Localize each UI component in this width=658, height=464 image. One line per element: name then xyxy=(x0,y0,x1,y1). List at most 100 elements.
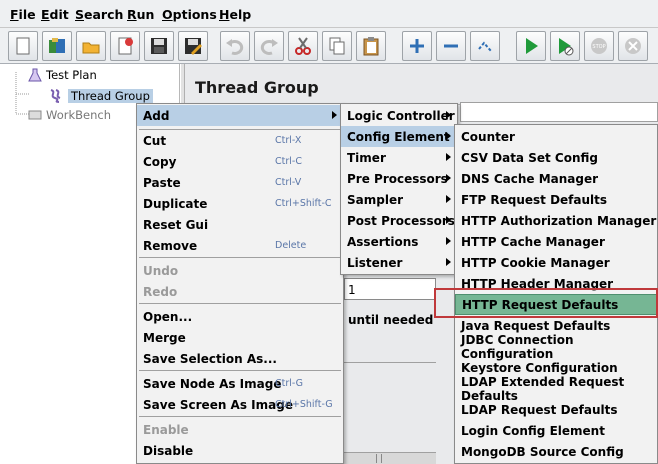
new-button[interactable] xyxy=(8,31,38,61)
menu-item-open[interactable]: Open... xyxy=(137,306,343,327)
until-needed-label: until needed xyxy=(348,313,434,327)
menu-item-enable: Enable xyxy=(143,422,189,437)
separator xyxy=(139,416,341,417)
paste-button[interactable] xyxy=(356,31,386,61)
menu-item-mongodb-source-config[interactable]: MongoDB Source Config xyxy=(455,441,657,462)
open-icon xyxy=(82,42,100,54)
menu-item-merge[interactable]: Merge xyxy=(137,327,343,348)
chevron-right-icon xyxy=(446,237,451,245)
menu-item-ldap-request-defaults[interactable]: LDAP Request Defaults xyxy=(455,399,657,420)
menu-item-save-screen-image[interactable]: Save Screen As Image Ctrl+Shift-G xyxy=(137,394,343,415)
flask-icon xyxy=(28,68,42,82)
copy-icon xyxy=(329,37,345,55)
redo-button[interactable] xyxy=(254,31,284,61)
menu-item-post-processors[interactable]: Post Processors xyxy=(341,210,457,231)
tree-node-thread-group[interactable]: Thread Group xyxy=(48,88,153,104)
collapse-button[interactable] xyxy=(436,31,466,61)
chevron-right-icon xyxy=(446,258,451,266)
separator xyxy=(139,303,341,304)
loop-count-field[interactable]: 1 xyxy=(344,278,436,300)
save-icon xyxy=(151,38,167,54)
menu-item-csv-data-set-config[interactable]: CSV Data Set Config xyxy=(455,147,657,168)
menu-item-cut[interactable]: Cut Ctrl-X xyxy=(137,130,343,151)
chevron-right-icon xyxy=(446,111,451,119)
menu-file[interactable]: File xyxy=(10,7,36,22)
menu-item-jdbc-connection-configuration[interactable]: JDBC Connection Configuration xyxy=(455,333,657,361)
menu-item-counter[interactable]: Counter xyxy=(455,126,657,147)
menu-search[interactable]: Search xyxy=(75,7,123,22)
menu-item-login-config-element[interactable]: Login Config Element xyxy=(455,420,657,441)
chevron-right-icon xyxy=(446,216,451,224)
menu-item-paste[interactable]: Paste Ctrl-V xyxy=(137,172,343,193)
chevron-right-icon xyxy=(446,153,451,161)
toggle-icon xyxy=(478,41,492,52)
menu-item-http-cache-manager[interactable]: HTTP Cache Manager xyxy=(455,231,657,252)
scrollbar[interactable] xyxy=(344,452,436,464)
separator xyxy=(139,370,341,371)
open-button[interactable] xyxy=(76,31,106,61)
menu-item-pre-processors[interactable]: Pre Processors xyxy=(341,168,457,189)
copy-button[interactable] xyxy=(322,31,352,61)
expand-button[interactable] xyxy=(402,31,432,61)
start-no-pause-button[interactable] xyxy=(550,31,580,61)
thread-group-icon xyxy=(50,89,61,103)
menu-item-reset-gui[interactable]: Reset Gui xyxy=(137,214,343,235)
menu-options[interactable]: Options xyxy=(162,7,217,22)
menu-item-remove[interactable]: Remove Delete xyxy=(137,235,343,256)
menu-item-dns-cache-manager[interactable]: DNS Cache Manager xyxy=(455,168,657,189)
menu-item-undo: Undo xyxy=(143,263,179,278)
menu-item-timer[interactable]: Timer xyxy=(341,147,457,168)
workbench-icon xyxy=(28,110,42,120)
start-button[interactable] xyxy=(516,31,546,61)
name-field[interactable] xyxy=(460,102,658,122)
undo-icon xyxy=(226,39,244,55)
save-button[interactable] xyxy=(144,31,174,61)
new-icon xyxy=(16,37,30,55)
shutdown-button[interactable] xyxy=(618,31,648,61)
toolbar: STOP xyxy=(0,28,658,64)
menu-item-listener[interactable]: Listener xyxy=(341,252,457,273)
start-no-pause-icon xyxy=(559,38,574,56)
menu-item-config-element[interactable]: Config Element xyxy=(341,126,457,147)
panel-title: Thread Group xyxy=(195,78,319,97)
stop-icon: STOP xyxy=(591,38,607,54)
menu-item-ftp-request-defaults[interactable]: FTP Request Defaults xyxy=(455,189,657,210)
highlight-annotation-box xyxy=(434,288,658,318)
add-submenu: Logic Controller Config Element Timer Pr… xyxy=(340,103,458,275)
context-menu: Add Cut Ctrl-X Copy Ctrl-C Paste Ctrl-V Dup… xyxy=(136,103,344,464)
menu-item-http-authorization-manager[interactable]: HTTP Authorization Manager xyxy=(455,210,657,231)
menu-item-ldap-extended-request-defaults[interactable]: LDAP Extended Request Defaults xyxy=(455,375,657,403)
redo-icon xyxy=(260,39,278,55)
toggle-button[interactable] xyxy=(470,31,500,61)
menu-item-logic-controller[interactable]: Logic Controller xyxy=(341,105,457,126)
menu-item-add[interactable]: Add xyxy=(137,105,343,126)
collapse-icon xyxy=(444,44,458,48)
expand-icon xyxy=(410,39,424,53)
save-as-button[interactable] xyxy=(178,31,208,61)
scroll-grip-icon xyxy=(376,454,382,463)
menu-item-disable[interactable]: Disable xyxy=(137,440,343,461)
menu-item-copy[interactable]: Copy Ctrl-C xyxy=(137,151,343,172)
menu-item-http-cookie-manager[interactable]: HTTP Cookie Manager xyxy=(455,252,657,273)
templates-icon xyxy=(49,38,65,53)
close-button[interactable] xyxy=(110,31,140,61)
menu-item-save-node-image[interactable]: Save Node As Image Ctrl-G xyxy=(137,373,343,394)
menu-help[interactable]: Help xyxy=(219,7,251,22)
close-icon xyxy=(118,37,133,55)
menu-item-save-selection[interactable]: Save Selection As... xyxy=(137,348,343,369)
menu-item-sampler[interactable]: Sampler xyxy=(341,189,457,210)
paste-icon xyxy=(363,37,379,56)
cut-button[interactable] xyxy=(288,31,318,61)
tree-node-test-plan[interactable]: Test Plan xyxy=(28,68,97,82)
stop-button[interactable]: STOP xyxy=(584,31,614,61)
menu-item-assertions[interactable]: Assertions xyxy=(341,231,457,252)
save-as-icon xyxy=(185,38,202,55)
tree-node-workbench[interactable]: WorkBench xyxy=(28,108,111,122)
menu-item-redo: Redo xyxy=(143,284,178,299)
chevron-right-icon xyxy=(446,174,451,182)
menu-run[interactable]: Run xyxy=(127,7,154,22)
undo-button[interactable] xyxy=(220,31,250,61)
menu-edit[interactable]: Edit xyxy=(41,7,69,22)
templates-button[interactable] xyxy=(42,31,72,61)
menu-item-duplicate[interactable]: Duplicate Ctrl+Shift-C xyxy=(137,193,343,214)
